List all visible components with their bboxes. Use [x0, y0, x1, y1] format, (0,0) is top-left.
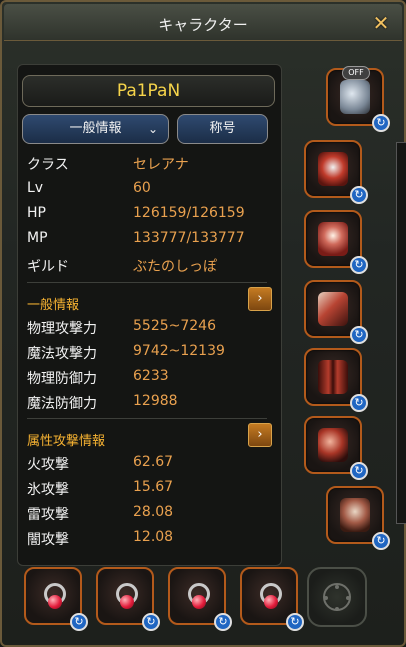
swap-icon[interactable]: ↻	[286, 613, 304, 631]
character-name-bar: Pa1PaN	[22, 75, 275, 107]
stat-label: 雷攻撃	[27, 507, 69, 523]
empty-slot-dot	[324, 596, 328, 600]
equip-slot-earring[interactable]: ↻	[96, 567, 160, 631]
stat-label: 闇攻撃	[27, 532, 69, 548]
divider	[27, 418, 267, 419]
profile-value: セレアナ	[133, 157, 189, 173]
profile-label: ギルド	[27, 259, 69, 275]
profile-label: Lv	[27, 180, 44, 196]
swap-icon[interactable]: ↻	[350, 326, 368, 344]
swap-icon[interactable]: ↻	[372, 114, 390, 132]
subweapon-icon	[340, 498, 370, 532]
general-section-header: 一般情報	[27, 298, 80, 313]
gloves-icon	[318, 292, 348, 326]
equip-slot-ring-1[interactable]: ↻	[168, 567, 232, 631]
divider	[27, 282, 267, 283]
ring-icon	[254, 579, 284, 613]
stat-value: 5525~7246	[133, 318, 216, 334]
chevron-down-icon: ⌄	[147, 122, 158, 136]
armor-icon	[318, 222, 348, 256]
swap-icon[interactable]: ↻	[350, 256, 368, 274]
swap-icon[interactable]: ↻	[214, 613, 232, 631]
necklace-icon	[38, 579, 68, 613]
helmet-icon	[318, 152, 348, 186]
stat-value: 12988	[133, 393, 178, 409]
general-section-expand-button[interactable]: ›	[248, 287, 272, 311]
equip-slot-head[interactable]: ↻	[304, 140, 368, 204]
stat-label: 火攻撃	[27, 457, 69, 473]
equip-slot-ring-2[interactable]: ↻	[240, 567, 304, 631]
general-info-dropdown[interactable]: 一般情報 ⌄	[22, 114, 169, 144]
equip-slot-accessory[interactable]: OFF ↻	[326, 66, 390, 132]
stat-value: 6233	[133, 368, 169, 384]
profile-label: MP	[27, 230, 48, 246]
profile-label: HP	[27, 205, 46, 221]
element-section-expand-button[interactable]: ›	[248, 423, 272, 447]
empty-slot-dot	[335, 585, 339, 589]
character-window: キャラクター ✕ Pa1PaN 一般情報 ⌄ 称号 クラス セレアナ Lv 60…	[0, 0, 406, 647]
swap-icon[interactable]: ↻	[70, 613, 88, 631]
character-name: Pa1PaN	[116, 81, 181, 101]
title-bar[interactable]: キャラクター ✕	[4, 4, 402, 41]
accessory-icon	[340, 80, 370, 114]
equip-slot-legs[interactable]: ↻	[304, 348, 368, 412]
profile-value: 133777/133777	[133, 230, 245, 246]
stat-value: 28.08	[133, 504, 174, 520]
ring-icon	[182, 579, 212, 613]
legs-icon	[318, 360, 348, 394]
swap-icon[interactable]: ↻	[372, 532, 390, 550]
stat-value: 15.67	[133, 479, 174, 495]
close-icon[interactable]: ✕	[370, 12, 392, 34]
window-title: キャラクター	[158, 16, 248, 34]
equip-slot-hands[interactable]: ↻	[304, 280, 368, 344]
empty-slot-dot	[346, 596, 350, 600]
general-info-label: 一般情報	[69, 121, 122, 136]
stat-value: 12.08	[133, 529, 174, 545]
empty-equip-slot[interactable]	[307, 567, 367, 627]
stat-value: 62.67	[133, 454, 174, 470]
profile-value: 126159/126159	[133, 205, 245, 221]
swap-icon[interactable]: ↻	[350, 394, 368, 412]
stat-label: 魔法攻撃力	[27, 346, 97, 362]
profile-value: ぶたのしっぽ	[133, 259, 217, 275]
window-edge-rail	[396, 142, 406, 524]
empty-slot-dot	[335, 607, 339, 611]
profile-label: クラス	[27, 157, 69, 173]
weapon-icon	[318, 428, 348, 462]
stat-label: 物理防御力	[27, 371, 97, 387]
swap-icon[interactable]: ↻	[350, 462, 368, 480]
title-button[interactable]: 称号	[177, 114, 268, 144]
stat-label: 物理攻撃力	[27, 321, 97, 337]
stat-label: 魔法防御力	[27, 396, 97, 412]
stat-label: 氷攻撃	[27, 482, 69, 498]
profile-value: 60	[133, 180, 151, 196]
earring-icon	[110, 579, 140, 613]
element-section-header: 属性攻撃情報	[27, 434, 106, 449]
stat-value: 9742~12139	[133, 343, 225, 359]
equip-slot-weapon[interactable]: ↻	[304, 416, 368, 480]
equip-slot-body[interactable]: ↻	[304, 210, 368, 274]
off-toggle[interactable]: OFF	[342, 66, 370, 80]
swap-icon[interactable]: ↻	[350, 186, 368, 204]
swap-icon[interactable]: ↻	[142, 613, 160, 631]
title-button-label: 称号	[209, 121, 236, 136]
equip-slot-necklace[interactable]: ↻	[24, 567, 88, 631]
equip-slot-subweapon[interactable]: ↻	[326, 486, 390, 550]
